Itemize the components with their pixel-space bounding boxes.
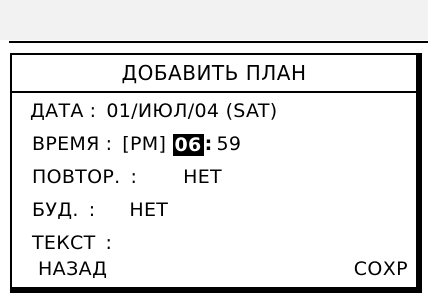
repeat-row[interactable]: ПОВТОР.: НЕТ [32, 162, 222, 192]
time-hour-selected[interactable]: 06 [172, 133, 204, 156]
text-row[interactable]: ТЕКСТ: [32, 228, 122, 258]
phone-screen: ДОБАВИТЬ ПЛАН ДАТА:01/ИЮЛ/04 (SAT) ВРЕМЯ… [0, 0, 428, 303]
text-separator: : [105, 232, 113, 254]
title-divider [12, 91, 416, 93]
status-bar [0, 0, 428, 40]
dialog-title: ДОБАВИТЬ ПЛАН [121, 61, 307, 85]
alarm-separator: : [88, 199, 96, 221]
date-separator: : [89, 100, 97, 122]
date-label: ДАТА [30, 100, 84, 122]
repeat-label: ПОВТОР. [32, 166, 121, 188]
time-ampm[interactable]: [PM] [122, 133, 166, 155]
alarm-row[interactable]: БУД.: НЕТ [32, 195, 168, 225]
text-label: ТЕКСТ [32, 232, 96, 254]
alarm-value[interactable]: НЕТ [129, 199, 168, 221]
time-colon: : [204, 133, 213, 155]
add-plan-dialog: ДОБАВИТЬ ПЛАН ДАТА:01/ИЮЛ/04 (SAT) ВРЕМЯ… [10, 53, 422, 293]
time-label: ВРЕМЯ [32, 133, 100, 155]
save-softkey[interactable]: СОХР [354, 255, 408, 283]
date-value[interactable]: 01/ИЮЛ/04 (SAT) [106, 100, 277, 122]
date-row[interactable]: ДАТА:01/ИЮЛ/04 (SAT) [30, 96, 277, 126]
time-minute[interactable]: 59 [216, 133, 241, 155]
time-separator: : [105, 133, 113, 155]
repeat-value[interactable]: НЕТ [183, 166, 222, 188]
repeat-separator: : [130, 166, 138, 188]
status-divider [9, 41, 428, 43]
back-softkey[interactable]: НАЗАД [38, 255, 107, 283]
alarm-label: БУД. [32, 199, 79, 221]
time-row[interactable]: ВРЕМЯ: [PM] 06:59 [32, 129, 241, 159]
